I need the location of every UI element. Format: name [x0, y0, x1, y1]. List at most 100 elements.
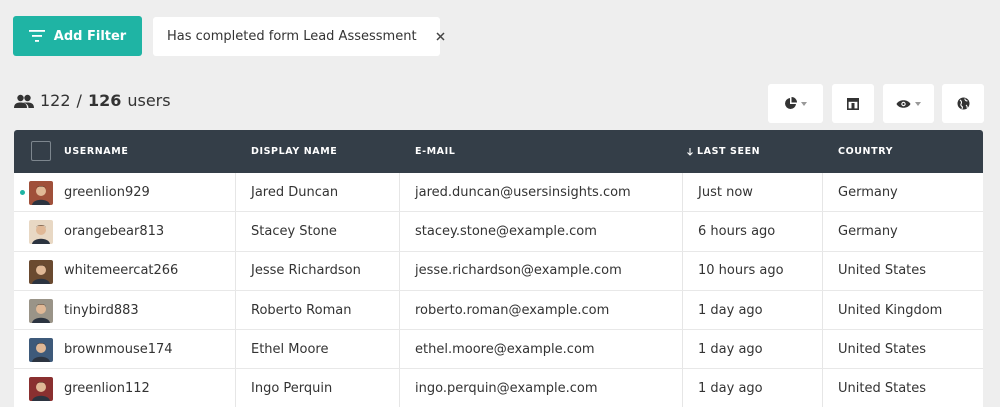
column-divider	[399, 251, 400, 290]
last-seen-cell: 1 day ago	[698, 341, 763, 357]
column-divider	[682, 251, 683, 290]
table-row[interactable]: brownmouse174 Ethel Moore ethel.moore@exam…	[14, 330, 983, 370]
column-header-last-seen-label: LAST SEEN	[697, 146, 761, 157]
last-seen-cell: 6 hours ago	[698, 223, 776, 239]
avatar[interactable]	[29, 259, 53, 284]
map-view-button[interactable]	[942, 84, 984, 123]
country-cell: United States	[838, 341, 927, 357]
active-filter-text: Has completed form Lead Assessment	[167, 29, 417, 44]
column-divider	[822, 290, 823, 330]
users-table: USERNAME DISPLAY NAME E-MAIL LAST SEEN C…	[14, 130, 983, 407]
table-row[interactable]: greenlion112 Ingo Perquin ingo.perquin@exa…	[14, 369, 983, 407]
close-icon[interactable]	[436, 30, 445, 44]
add-filter-label: Add Filter	[53, 28, 127, 44]
column-header-display-name[interactable]: DISPLAY NAME	[251, 146, 337, 157]
add-filter-button[interactable]: Add Filter	[13, 16, 142, 56]
display-name-cell: Stacey Stone	[251, 223, 337, 239]
globe-icon	[957, 97, 969, 110]
column-divider	[682, 212, 683, 251]
chevron-down-icon	[915, 101, 921, 106]
username-cell[interactable]: orangebear813	[64, 212, 164, 250]
total-count: 126	[87, 91, 122, 110]
email-cell: roberto.roman@example.com	[415, 302, 610, 318]
display-name-cell: Jesse Richardson	[251, 263, 361, 279]
layout-button[interactable]	[832, 84, 874, 123]
email-cell: ethel.moore@example.com	[415, 341, 595, 357]
email-cell: ingo.perquin@example.com	[415, 381, 598, 397]
eye-icon	[896, 99, 911, 108]
email-cell: jesse.richardson@example.com	[415, 263, 622, 279]
sort-descending-icon	[687, 147, 693, 156]
country-cell: United Kingdom	[838, 302, 943, 318]
column-divider	[822, 251, 823, 290]
user-count: 122 / 126 users	[14, 91, 171, 110]
column-divider	[682, 290, 683, 330]
avatar[interactable]	[29, 298, 53, 323]
column-divider	[235, 369, 236, 407]
column-divider	[822, 369, 823, 407]
column-divider	[682, 369, 683, 407]
online-status-dot	[20, 190, 25, 195]
username-cell[interactable]: whitemeercat266	[64, 252, 178, 290]
column-divider	[235, 173, 236, 212]
last-seen-cell: 1 day ago	[698, 302, 763, 318]
table-row[interactable]: greenlion929 Jared Duncan jared.duncan@use…	[14, 173, 983, 213]
username-cell[interactable]: brownmouse174	[64, 330, 173, 368]
column-divider	[235, 330, 236, 369]
column-divider	[399, 369, 400, 407]
table-header: USERNAME DISPLAY NAME E-MAIL LAST SEEN C…	[14, 130, 983, 173]
column-divider	[682, 173, 683, 212]
column-header-country[interactable]: COUNTRY	[838, 146, 893, 157]
column-divider	[235, 212, 236, 251]
display-name-cell: Ingo Perquin	[251, 381, 333, 397]
count-separator: /	[76, 91, 82, 110]
filtered-count: 122	[40, 91, 71, 110]
filter-icon	[28, 30, 45, 42]
avatar[interactable]	[29, 181, 53, 205]
column-divider	[399, 173, 400, 212]
column-divider	[399, 330, 400, 369]
table-row[interactable]: whitemeercat266 Jesse Richardson jesse.ric…	[14, 251, 983, 291]
select-all-checkbox[interactable]	[31, 141, 51, 161]
username-cell[interactable]: greenlion929	[64, 173, 150, 211]
table-row[interactable]: tinybird883 Roberto Roman roberto.roman@ex…	[14, 290, 983, 331]
last-seen-cell: Just now	[698, 184, 753, 200]
layout-icon	[847, 97, 859, 110]
column-header-username[interactable]: USERNAME	[64, 146, 128, 157]
display-name-cell: Roberto Roman	[251, 302, 352, 318]
table-body: greenlion929 Jared Duncan jared.duncan@use…	[14, 173, 983, 407]
email-cell: jared.duncan@usersinsights.com	[415, 184, 631, 200]
column-header-email[interactable]: E-MAIL	[415, 146, 455, 157]
last-seen-cell: 1 day ago	[698, 381, 763, 397]
country-cell: Germany	[838, 184, 898, 200]
visible-columns-button[interactable]	[883, 84, 934, 123]
country-cell: Germany	[838, 223, 898, 239]
column-divider	[822, 330, 823, 369]
column-divider	[682, 330, 683, 369]
avatar[interactable]	[29, 377, 53, 402]
column-divider	[822, 212, 823, 251]
username-cell[interactable]: greenlion112	[64, 369, 150, 407]
table-row[interactable]: orangebear813 Stacey Stone stacey.stone@ex…	[14, 212, 983, 252]
column-divider	[399, 212, 400, 251]
column-divider	[822, 173, 823, 212]
display-name-cell: Jared Duncan	[251, 184, 339, 200]
username-cell[interactable]: tinybird883	[64, 291, 139, 329]
column-divider	[399, 290, 400, 330]
country-cell: United States	[838, 381, 927, 397]
users-icon	[14, 94, 34, 108]
active-filter-chip[interactable]: Has completed form Lead Assessment	[153, 17, 445, 56]
display-name-cell: Ethel Moore	[251, 341, 329, 357]
column-header-last-seen[interactable]: LAST SEEN	[687, 146, 760, 157]
pie-chart-icon	[785, 97, 797, 109]
avatar[interactable]	[29, 338, 53, 363]
column-divider	[235, 251, 236, 290]
count-unit: users	[127, 91, 171, 110]
segments-button[interactable]	[768, 84, 823, 123]
avatar[interactable]	[29, 220, 53, 245]
country-cell: United States	[838, 263, 927, 279]
last-seen-cell: 10 hours ago	[698, 263, 784, 279]
chevron-down-icon	[801, 101, 807, 106]
email-cell: stacey.stone@example.com	[415, 223, 597, 239]
column-divider	[235, 290, 236, 330]
